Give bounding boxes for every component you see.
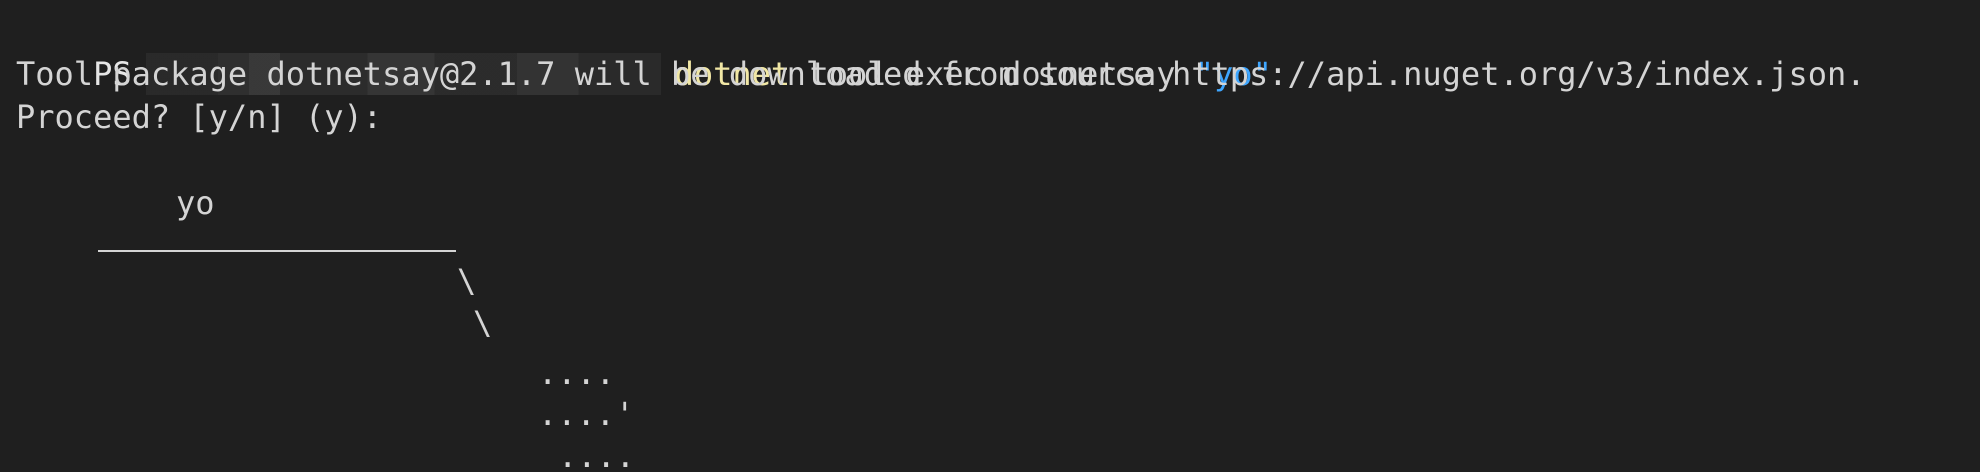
download-message: Tool package dotnetsay@2.1.7 will be dow…	[16, 55, 1866, 93]
ascii-speech-text: yo	[176, 184, 215, 222]
ascii-speech-bubble-line	[98, 250, 456, 252]
ascii-slash-1: \	[457, 262, 477, 300]
terminal-window[interactable]: PS dotnet tool exec dotnetsay "yo" Tool p…	[0, 0, 1980, 472]
proceed-prompt: Proceed? [y/n] (y):	[16, 98, 383, 136]
ascii-slash-2: \	[473, 304, 493, 342]
ascii-dots-3: ....	[558, 437, 636, 472]
ascii-dots-2: ....'	[538, 395, 635, 433]
ascii-dots-1: ....	[538, 354, 616, 392]
